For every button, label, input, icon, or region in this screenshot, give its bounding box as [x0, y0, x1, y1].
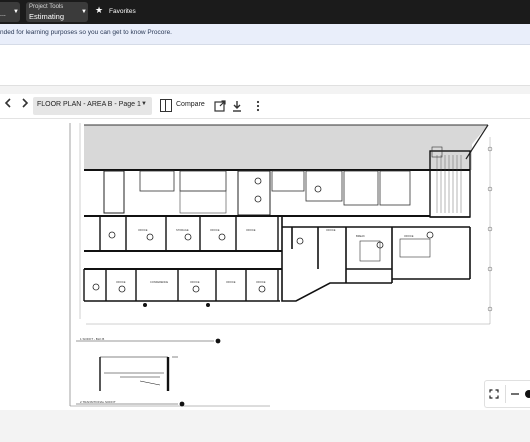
info-banner: nded for learning purposes so you can ge… [0, 24, 530, 45]
zoom-slider-handle[interactable] [525, 390, 530, 398]
project-tools-selector[interactable]: Project Tools Estimating ▼ [26, 2, 88, 22]
drawing-viewer[interactable]: OFFICE STORAGE OFFICE OFFICE OFFICE CONF… [0, 119, 530, 410]
next-page-button[interactable] [18, 98, 32, 114]
zoom-controls [484, 380, 530, 408]
company-selector[interactable]: ... ▼ [0, 2, 20, 22]
header-panel [0, 45, 530, 86]
room-tag: BREAK [356, 234, 365, 238]
room-tag: CONFERENCE [150, 280, 168, 284]
room-tag: OFFICE [246, 228, 256, 232]
previous-page-button[interactable] [1, 98, 15, 114]
room-tag: OFFICE [226, 280, 236, 284]
detail-title-2: 2 TRANSITIONAL SOFFIT [80, 400, 116, 404]
detail-title-1: 1 SOFFIT - BLK B [80, 337, 104, 341]
project-tools-label: Project Tools [29, 4, 64, 10]
star-icon: ★ [95, 5, 104, 15]
chevron-left-icon [4, 98, 11, 108]
room-tag: OFFICE [210, 228, 220, 232]
room-tag: OFFICE [116, 280, 126, 284]
fit-screen-icon[interactable] [489, 389, 499, 399]
divider [505, 385, 506, 403]
chevron-right-icon [22, 98, 29, 108]
download-button[interactable] [231, 99, 243, 112]
open-external-button[interactable] [214, 99, 226, 112]
chevron-down-icon: ▼ [81, 9, 87, 15]
compare-label: Compare [176, 101, 205, 108]
floor-plan-drawing[interactable]: OFFICE STORAGE OFFICE OFFICE OFFICE CONF… [0, 119, 530, 410]
more-options-button[interactable] [252, 99, 264, 112]
page-selector-value: FLOOR PLAN - AREA B - Page 1 [37, 101, 141, 108]
room-tag: OFFICE [256, 280, 266, 284]
viewer-toolbar: FLOOR PLAN - AREA B - Page 1 ▼ Compare [0, 94, 530, 119]
room-tag: OFFICE [190, 280, 200, 284]
project-tools-value: Estimating [29, 12, 65, 21]
room-tag: STORAGE [176, 228, 189, 232]
zoom-out-icon[interactable] [511, 392, 519, 396]
room-tag: OFFICE [138, 228, 148, 232]
download-icon [233, 101, 241, 112]
top-navigation-bar: ... ▼ Project Tools Estimating ▼ ★ Favor… [0, 0, 530, 24]
more-vertical-icon [256, 100, 260, 112]
page-selector[interactable]: FLOOR PLAN - AREA B - Page 1 ▼ [33, 97, 152, 115]
bottom-gutter [0, 410, 530, 442]
room-tag: OFFICE [404, 234, 414, 238]
chevron-down-icon: ▼ [13, 9, 19, 15]
company-selector-value: ... [0, 11, 6, 18]
open-external-icon [214, 100, 226, 112]
room-tag: OFFICE [326, 228, 336, 232]
compare-icon [160, 99, 172, 112]
favorites-label: Favorites [109, 8, 136, 15]
banner-text: nded for learning purposes so you can ge… [0, 29, 172, 36]
caret-down-icon: ▼ [141, 101, 147, 107]
